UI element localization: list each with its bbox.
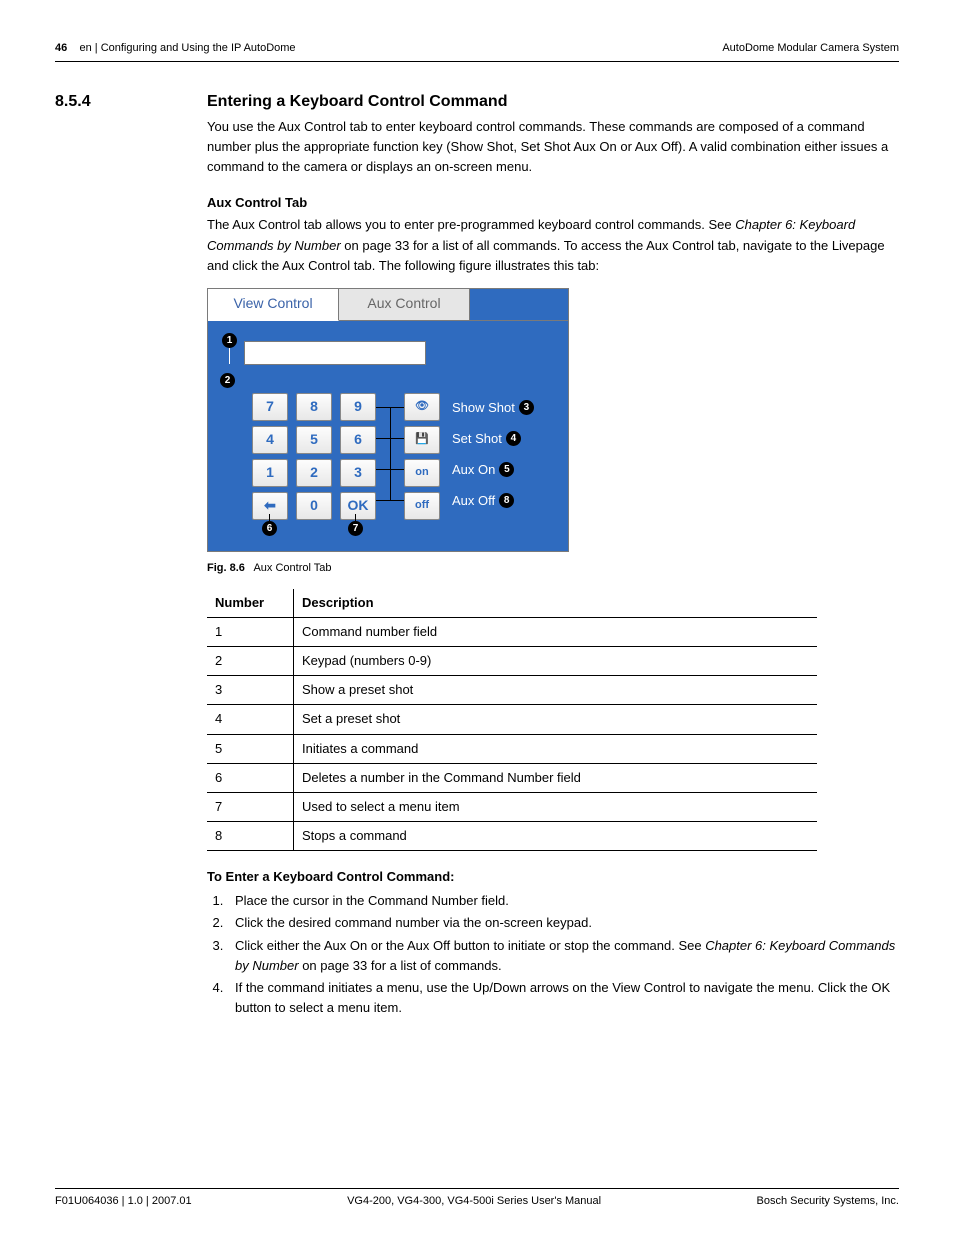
callout-2: 2 xyxy=(220,373,235,388)
label-aux-off: Aux Off 8 xyxy=(452,491,514,511)
tab-aux-control[interactable]: Aux Control xyxy=(339,289,470,321)
aux-control-heading: Aux Control Tab xyxy=(207,193,899,213)
table-row: 6Deletes a number in the Command Number … xyxy=(207,763,817,792)
step-1: Place the cursor in the Command Number f… xyxy=(227,891,899,911)
footer-left: F01U064036 | 1.0 | 2007.01 xyxy=(55,1193,192,1210)
header-right: AutoDome Modular Camera System xyxy=(722,40,899,57)
step-2: Click the desired command number via the… xyxy=(227,913,899,933)
figure-caption: Fig. 8.6 Aux Control Tab xyxy=(207,560,899,577)
key-0[interactable]: 0 xyxy=(296,492,332,520)
key-2[interactable]: 2 xyxy=(296,459,332,487)
step-4: If the command initiates a menu, use the… xyxy=(227,978,899,1018)
aux-off-button[interactable]: off xyxy=(404,492,440,520)
connector xyxy=(376,500,404,501)
label-show-shot: Show Shot 3 xyxy=(452,398,534,418)
show-shot-label: Show Shot xyxy=(452,398,515,418)
function-keys: 👁 💾 on off xyxy=(404,393,440,525)
section-number: 8.5.4 xyxy=(55,90,207,115)
callout-6: 6 xyxy=(262,521,277,536)
key-6[interactable]: 6 xyxy=(340,426,376,454)
tab-view-control[interactable]: View Control xyxy=(208,289,339,321)
table-row: 1Command number field xyxy=(207,618,817,647)
table-header-description: Description xyxy=(294,589,818,618)
connector xyxy=(390,407,391,500)
table-row: 7Used to select a menu item xyxy=(207,792,817,821)
connector xyxy=(269,514,270,521)
key-9[interactable]: 9 xyxy=(340,393,376,421)
label-set-shot: Set Shot 4 xyxy=(452,429,521,449)
disk-icon: 💾 xyxy=(415,431,429,448)
eye-icon: 👁 xyxy=(415,398,429,415)
connector xyxy=(229,348,230,364)
aux-on-button[interactable]: on xyxy=(404,459,440,487)
key-ok[interactable]: OK xyxy=(340,492,376,520)
page-number: 46 xyxy=(55,42,67,54)
aux-off-label: Aux Off xyxy=(452,491,495,511)
callout-1: 1 xyxy=(222,333,237,348)
procedure-steps: Place the cursor in the Command Number f… xyxy=(207,891,899,1018)
intro-paragraph: You use the Aux Control tab to enter key… xyxy=(207,117,899,177)
aux-control-figure: View Control Aux Control 1 2 7 8 9 4 5 xyxy=(207,288,569,552)
callout-5: 5 xyxy=(499,462,514,477)
key-back[interactable]: ⬅ xyxy=(252,492,288,520)
tabs-filler xyxy=(470,289,568,321)
table-header-number: Number xyxy=(207,589,294,618)
aux-on-label: Aux On xyxy=(452,460,495,480)
procedure-heading: To Enter a Keyboard Control Command: xyxy=(207,867,899,887)
page-footer: F01U064036 | 1.0 | 2007.01 VG4-200, VG4-… xyxy=(55,1188,899,1210)
connector xyxy=(355,514,356,521)
table-row: 4Set a preset shot xyxy=(207,705,817,734)
header-section: en | Configuring and Using the IP AutoDo… xyxy=(79,42,295,54)
footer-right: Bosch Security Systems, Inc. xyxy=(757,1193,899,1210)
figure-caption-text: Aux Control Tab xyxy=(253,562,331,574)
key-8[interactable]: 8 xyxy=(296,393,332,421)
footer-center: VG4-200, VG4-300, VG4-500i Series User's… xyxy=(347,1193,601,1210)
keypad: 7 8 9 4 5 6 1 2 3 ⬅ 0 OK xyxy=(252,393,376,525)
aux-control-paragraph: The Aux Control tab allows you to enter … xyxy=(207,215,899,275)
callout-3: 3 xyxy=(519,400,534,415)
tabs-row: View Control Aux Control xyxy=(208,289,568,321)
key-7[interactable]: 7 xyxy=(252,393,288,421)
show-shot-button[interactable]: 👁 xyxy=(404,393,440,421)
key-5[interactable]: 5 xyxy=(296,426,332,454)
key-3[interactable]: 3 xyxy=(340,459,376,487)
figure-body: 1 2 7 8 9 4 5 6 1 2 3 xyxy=(208,321,568,551)
key-1[interactable]: 1 xyxy=(252,459,288,487)
callout-7: 7 xyxy=(348,521,363,536)
table-row: 3Show a preset shot xyxy=(207,676,817,705)
table-row: 5Initiates a command xyxy=(207,734,817,763)
aux-text-a: The Aux Control tab allows you to enter … xyxy=(207,217,735,232)
set-shot-button[interactable]: 💾 xyxy=(404,426,440,454)
key-4[interactable]: 4 xyxy=(252,426,288,454)
step-3: Click either the Aux On or the Aux Off b… xyxy=(227,936,899,976)
figure-caption-label: Fig. 8.6 xyxy=(207,562,245,574)
header-left: 46 en | Configuring and Using the IP Aut… xyxy=(55,40,296,57)
label-aux-on: Aux On 5 xyxy=(452,460,514,480)
table-row: 2Keypad (numbers 0-9) xyxy=(207,647,817,676)
callout-8: 8 xyxy=(499,493,514,508)
callout-4: 4 xyxy=(506,431,521,446)
description-table: Number Description 1Command number field… xyxy=(207,589,817,851)
table-row: 8Stops a command xyxy=(207,822,817,851)
command-number-field[interactable] xyxy=(244,341,426,365)
page-header: 46 en | Configuring and Using the IP Aut… xyxy=(55,40,899,62)
set-shot-label: Set Shot xyxy=(452,429,502,449)
section-title: Entering a Keyboard Control Command xyxy=(207,90,507,115)
